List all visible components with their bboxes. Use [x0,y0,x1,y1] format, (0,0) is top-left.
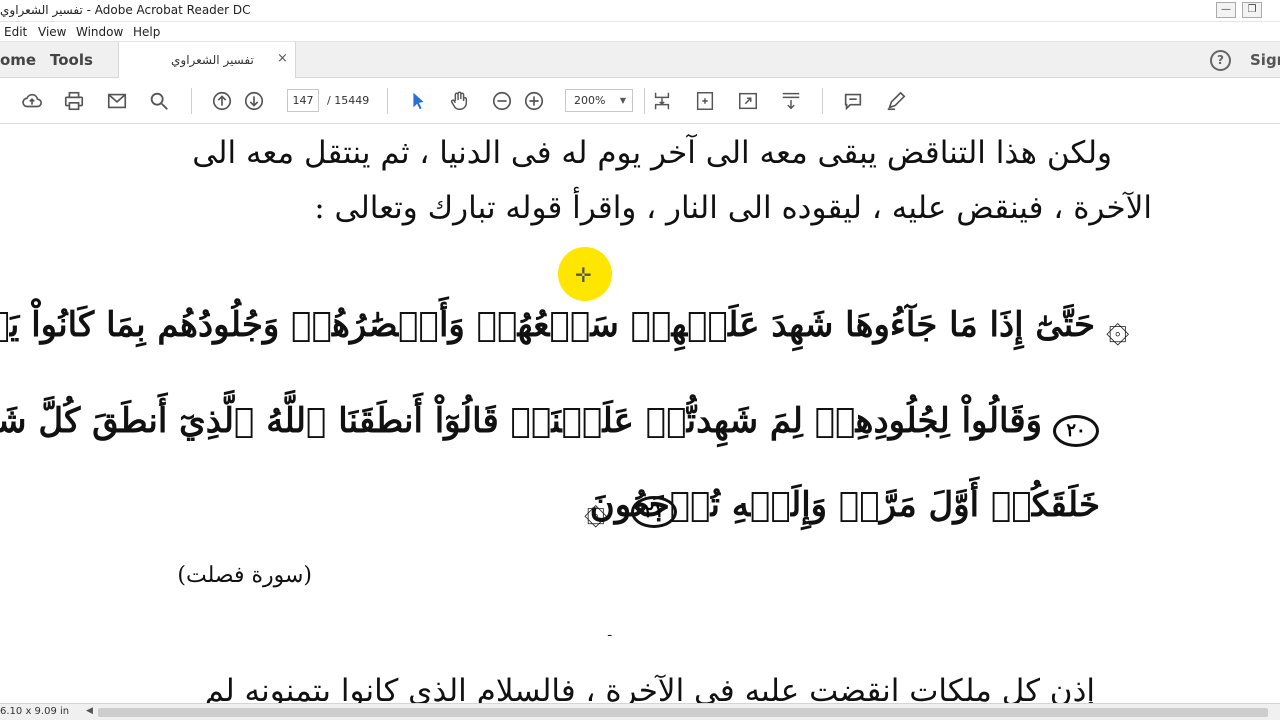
minimize-button[interactable]: — [1216,2,1236,18]
verse-ornament-icon: ۞ [1106,305,1130,351]
crosshair-icon: ✛ [575,263,592,287]
comment-icon[interactable] [841,89,865,113]
menu-bar: Edit View Window Help [0,22,1280,42]
prose-line: الآخرة ، فينقض عليه ، ليقوده الى النار ،… [314,190,1152,226]
full-screen-icon[interactable] [736,89,760,113]
toolbar: 147 / 15449 200% ▼ [0,78,1280,124]
toolbar-divider [822,88,823,114]
search-icon[interactable] [147,89,171,113]
scrollbar-thumb[interactable] [98,708,1268,717]
window-title: تفسير الشعراوي - Adobe Acrobat Reader DC [0,3,251,17]
page-display-icon[interactable] [650,89,674,113]
tab-document[interactable]: تفسير الشعراوي × [118,42,296,79]
verse-ornament-icon: ۞ [584,487,608,533]
close-tab-icon[interactable]: × [277,51,288,66]
upload-icon[interactable] [20,89,44,113]
horizontal-scrollbar[interactable]: ◀ [86,706,1280,719]
menu-view[interactable]: View [38,25,66,39]
restore-button[interactable]: ❐ [1242,2,1262,18]
quran-verse: حَتَّىٰٓ إِذَا مَا جَآءُوهَا شَهِدَ عَلَ… [0,305,1095,345]
page-mark: ـ [608,625,612,639]
menu-edit[interactable]: Edit [4,25,27,39]
toolbar-divider [387,88,388,114]
tab-tools[interactable]: Tools [50,51,93,69]
tab-bar: ome Tools تفسير الشعراوي × ? Sign [0,42,1280,79]
zoom-value: 200% [574,94,606,107]
highlight-pen-icon[interactable] [884,89,908,113]
page-number-input[interactable]: 147 [287,89,319,112]
page-total: / 15449 [327,94,370,107]
tab-home[interactable]: ome [0,51,36,69]
surah-reference: (سورة فصلت) [177,563,312,588]
window-titlebar: تفسير الشعراوي - Adobe Acrobat Reader DC… [0,0,1280,22]
select-cursor-icon[interactable] [406,89,430,113]
menu-help[interactable]: Help [133,25,160,39]
zoom-out-icon[interactable] [490,89,514,113]
prose-line: ولكن هذا التناقض يبقى معه الى آخر يوم له… [192,135,1112,171]
toolbar-divider [191,88,192,114]
toolbar-divider [644,88,645,114]
previous-page-icon[interactable] [210,89,234,113]
page-dimensions: 6.10 x 9.09 in [0,706,70,717]
scroll-left-icon[interactable]: ◀ [86,706,93,716]
menu-window[interactable]: Window [76,25,123,39]
zoom-in-icon[interactable] [522,89,546,113]
hand-tool-icon[interactable] [447,89,471,113]
chevron-down-icon: ▼ [619,96,626,105]
status-bar: 6.10 x 9.09 in ◀ [0,703,1280,720]
quran-verse: وَقَالُواْ لِجُلُودِهِمۡ لِمَ شَهِدتُّمۡ… [0,401,1042,441]
zoom-select[interactable]: 200% ▼ [565,89,633,112]
email-icon[interactable] [105,89,129,113]
verse-number: ٢١ [631,496,677,528]
sign-button[interactable]: Sign [1250,51,1280,69]
document-tab-label: تفسير الشعراوي [171,53,254,67]
scroll-mode-icon[interactable] [779,89,803,113]
next-page-icon[interactable] [242,89,266,113]
document-view[interactable]: ولكن هذا التناقض يبقى معه الى آخر يوم له… [0,125,1280,703]
print-icon[interactable] [62,89,86,113]
prose-line: إذن كل ملكات انقضت عليه في الآخرة ، فالس… [204,673,1095,703]
verse-number: ٢٠ [1053,415,1099,447]
fit-page-icon[interactable] [693,89,717,113]
help-icon[interactable]: ? [1210,50,1231,71]
cursor-highlight: ✛ [558,247,612,301]
